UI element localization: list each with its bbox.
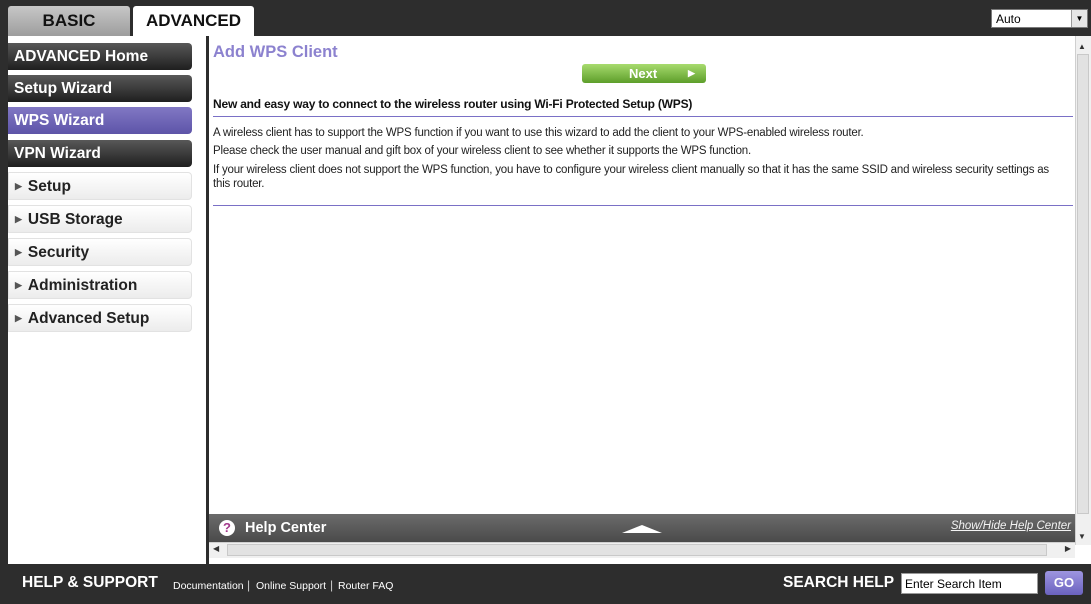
- footer: HELP & SUPPORT Documentation | Online Su…: [0, 564, 1091, 604]
- language-select-value: Auto: [996, 12, 1021, 26]
- section-heading: New and easy way to connect to the wirel…: [213, 97, 693, 111]
- next-button[interactable]: Next ▶: [582, 64, 706, 83]
- top-tab-bar: BASIC ADVANCED Auto ▼: [0, 0, 1091, 36]
- go-button[interactable]: GO: [1045, 571, 1083, 595]
- help-support-title: HELP & SUPPORT: [22, 574, 158, 591]
- sidebar-item-vpn-wizard[interactable]: VPN Wizard: [8, 140, 192, 167]
- info-paragraph: Please check the user manual and gift bo…: [213, 145, 751, 157]
- info-paragraph: If your wireless client does not support…: [213, 164, 1049, 190]
- triangle-right-icon: ▶: [15, 313, 22, 323]
- help-center-title: Help Center: [245, 520, 327, 536]
- triangle-right-icon: ▶: [15, 214, 22, 224]
- sidebar-item-advanced-setup[interactable]: ▶ Advanced Setup: [8, 304, 192, 332]
- horizontal-scrollbar[interactable]: ◀ ▶: [209, 542, 1075, 558]
- sidebar-item-setup-wizard[interactable]: Setup Wizard: [8, 75, 192, 102]
- sidebar-item-wps-wizard[interactable]: WPS Wizard: [8, 107, 192, 134]
- page-title: Add WPS Client: [213, 43, 338, 61]
- search-help-label: SEARCH HELP: [783, 574, 895, 591]
- next-button-label: Next: [629, 66, 658, 81]
- sidebar-item-label: Advanced Setup: [27, 310, 150, 327]
- help-center-bar: ? Help Center Show/Hide Help Center: [209, 514, 1075, 542]
- triangle-right-icon: ▶: [15, 280, 22, 290]
- scrollbar-thumb[interactable]: [227, 544, 1047, 556]
- router-faq-link[interactable]: Router FAQ: [338, 580, 393, 592]
- tab-basic[interactable]: BASIC: [8, 6, 130, 36]
- sidebar-item-label: Administration: [27, 277, 138, 294]
- triangle-right-icon: ▶: [15, 181, 22, 191]
- expand-up-icon[interactable]: [622, 525, 662, 533]
- info-paragraph: A wireless client has to support the WPS…: [213, 127, 864, 139]
- divider: [213, 205, 1073, 206]
- sidebar: ADVANCED Home Setup Wizard WPS Wizard VP…: [0, 36, 206, 564]
- chevron-down-icon[interactable]: ▼: [1071, 10, 1087, 27]
- show-hide-help-link[interactable]: Show/Hide Help Center: [951, 520, 1071, 532]
- online-support-link[interactable]: Online Support: [256, 580, 326, 592]
- search-input[interactable]: [901, 573, 1038, 594]
- sidebar-item-setup[interactable]: ▶ Setup: [8, 172, 192, 200]
- sidebar-item-label: USB Storage: [27, 211, 123, 228]
- play-arrow-icon: ▶: [688, 68, 695, 78]
- main-content: Add WPS Client Next ▶ New and easy way t…: [206, 36, 1091, 564]
- scroll-up-icon[interactable]: ▲: [1078, 42, 1086, 51]
- tab-advanced[interactable]: ADVANCED: [133, 6, 254, 36]
- scrollbar-thumb[interactable]: [1077, 54, 1089, 514]
- sidebar-item-security[interactable]: ▶ Security: [8, 238, 192, 266]
- scroll-down-icon[interactable]: ▼: [1078, 532, 1086, 541]
- divider: [213, 116, 1073, 117]
- sidebar-item-label: Setup: [27, 178, 71, 195]
- separator: |: [330, 578, 334, 592]
- sidebar-item-usb-storage[interactable]: ▶ USB Storage: [8, 205, 192, 233]
- separator: |: [247, 578, 251, 592]
- vertical-scrollbar[interactable]: ▲ ▼: [1075, 36, 1091, 545]
- sidebar-item-advanced-home[interactable]: ADVANCED Home: [8, 43, 192, 70]
- documentation-link[interactable]: Documentation: [173, 580, 244, 592]
- question-icon: ?: [219, 520, 235, 536]
- language-select[interactable]: Auto ▼: [991, 9, 1088, 28]
- scroll-left-icon[interactable]: ◀: [213, 544, 219, 553]
- sidebar-item-administration[interactable]: ▶ Administration: [8, 271, 192, 299]
- triangle-right-icon: ▶: [15, 247, 22, 257]
- scroll-right-icon[interactable]: ▶: [1065, 544, 1071, 553]
- sidebar-item-label: Security: [27, 244, 90, 261]
